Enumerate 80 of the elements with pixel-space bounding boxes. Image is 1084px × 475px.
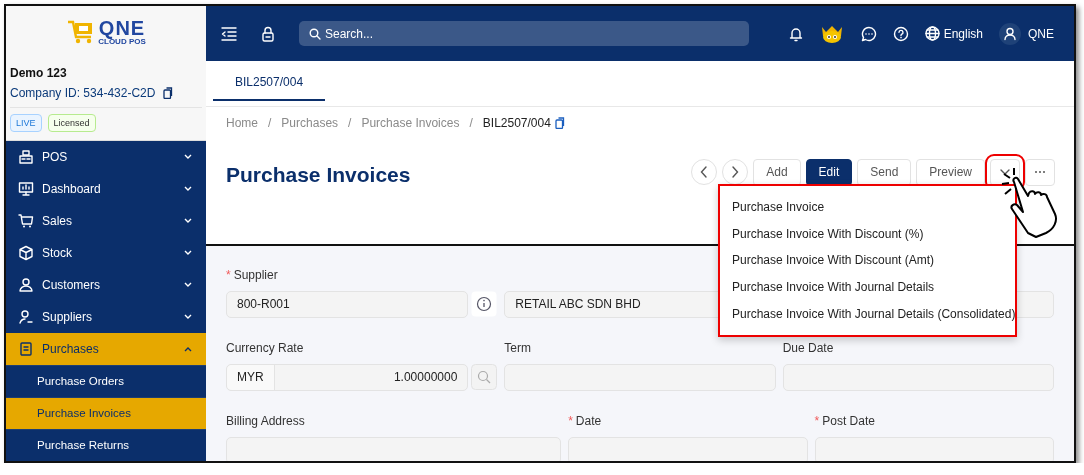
person-icon [18,309,34,325]
input-field[interactable] [814,437,1054,461]
nav-item[interactable]: Suppliers [6,301,206,333]
nav-subitem[interactable]: Purchase Invoices [6,397,206,429]
input-field[interactable]: 800-R001 [226,291,469,318]
breadcrumb-separator: / [268,116,272,130]
company-id: Company ID: 534-432-C2D [10,86,156,100]
user-menu[interactable]: QNE [999,22,1054,45]
required-mark: * [814,414,820,428]
language-label: English [943,26,983,41]
breadcrumb-separator: / [469,116,473,130]
toolbar-button[interactable]: Add [753,158,801,186]
monitor-chart-icon [18,181,34,197]
status-tag: Licensed [47,114,96,132]
currency-code: MYR [227,365,275,390]
status-tag: LIVE [10,114,42,132]
page-title: Purchase Invoices [226,163,411,187]
document-tab[interactable]: BIL2507/004 [213,75,326,101]
field-label: Billing Address [226,414,305,428]
field-label: Post Date [822,414,875,428]
chevron-down-icon [184,314,192,320]
box-icon [18,245,34,261]
chevron-right-icon [731,166,740,178]
nav-item[interactable]: Sales [6,205,206,237]
required-mark: * [568,414,573,428]
nav-item[interactable]: POS [6,141,206,173]
previous-button[interactable] [691,159,718,185]
user-avatar-icon [999,22,1021,45]
more-icon [1034,170,1046,174]
chevron-down-icon [184,218,192,224]
toolbar-button[interactable]: Send [857,158,912,186]
bell-icon[interactable] [788,25,803,42]
nav-item[interactable]: Dashboard [6,173,206,205]
globe-icon [924,26,940,41]
edit-button[interactable]: Edit [805,158,853,186]
nav-item[interactable]: Customers [6,269,206,301]
menu-item[interactable]: Purchase Invoice With Discount (Amt) [720,247,1015,275]
logo-tagline: CLOUD POS [98,38,146,46]
logo-wordmark: QNE [98,18,146,38]
field-label: Due Date [782,341,834,355]
chevron-down-icon [184,282,192,288]
nav-item[interactable]: Stock [6,237,206,269]
chevron-down-icon [184,186,192,192]
field-label: Term [504,341,531,355]
chevron-left-icon [700,166,709,178]
language-selector[interactable]: English [924,26,983,41]
cart-icon [18,213,34,229]
cash-register-icon [18,149,34,165]
company-name: Demo 123 [10,66,68,80]
caret-down-icon [1000,169,1010,175]
input-field[interactable]: MYR 1.00000000 [226,364,469,391]
field-label: Currency Rate [226,341,304,355]
menu-item[interactable]: Purchase Invoice With Discount (%) [720,220,1015,248]
copy-icon[interactable] [554,117,565,129]
help-icon[interactable] [892,25,909,42]
user-name: QNE [1028,26,1054,41]
input-field[interactable] [226,437,562,461]
menu-item[interactable]: Purchase Invoice [720,194,1015,221]
lock-icon[interactable] [261,25,275,42]
toolbar-button[interactable]: Preview [916,158,985,186]
chevron-up-icon [184,346,192,352]
nav-item[interactable]: Purchases [6,333,206,365]
field-label: Supplier [233,268,278,282]
chevron-down-icon [184,154,192,160]
field-label: Date [575,414,602,428]
copy-icon[interactable] [163,87,174,99]
breadcrumb-current: BIL2507/004 [482,116,551,130]
search-field[interactable]: Search... [299,21,749,46]
rate-value: 1.00000000 [392,369,459,386]
breadcrumb-separator: / [348,116,352,130]
breadcrumb-link[interactable]: Purchase Invoices [361,116,460,130]
clipboard-icon [18,341,34,357]
next-button[interactable] [722,159,749,185]
breadcrumb-link[interactable]: Purchases [281,116,339,130]
collapse-menu-icon[interactable] [221,26,237,41]
chevron-down-icon [184,250,192,256]
info-icon[interactable] [471,291,498,317]
required-mark: * [226,268,231,282]
chat-icon[interactable] [860,25,877,42]
input-field[interactable] [568,437,808,461]
